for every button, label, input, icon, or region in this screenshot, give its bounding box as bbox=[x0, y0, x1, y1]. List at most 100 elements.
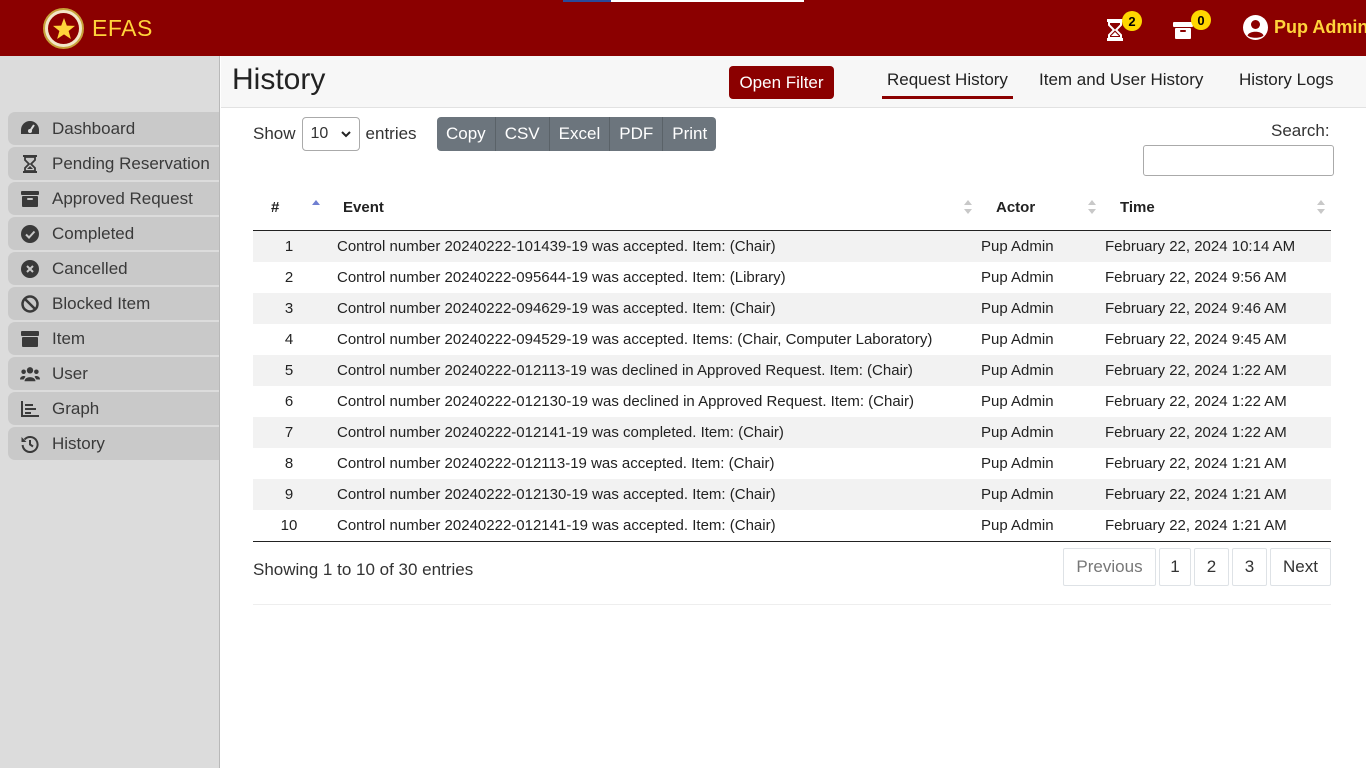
sidebar-item-label: Approved Request bbox=[52, 188, 193, 208]
show-label: Show bbox=[253, 124, 296, 143]
user-circle-icon bbox=[1243, 15, 1268, 40]
previous-page-button[interactable]: Previous bbox=[1063, 548, 1156, 586]
table-bottom-border bbox=[253, 541, 1331, 542]
row-event: Control number 20240222-012130-19 was ac… bbox=[337, 486, 776, 503]
row-actor: Pup Admin bbox=[981, 300, 1054, 317]
sidebar-item-label: Pending Reservation bbox=[52, 153, 210, 173]
row-time: February 22, 2024 1:22 AM bbox=[1105, 424, 1287, 441]
tab-item-and-user-history[interactable]: Item and User History bbox=[1039, 70, 1203, 90]
page-2-button[interactable]: 2 bbox=[1194, 548, 1229, 586]
page-1-button[interactable]: 1 bbox=[1159, 548, 1191, 586]
table-row: 8 Control number 20240222-012113-19 was … bbox=[253, 448, 1331, 479]
row-event: Control number 20240222-012113-19 was ac… bbox=[337, 455, 775, 472]
row-event: Control number 20240222-012141-19 was co… bbox=[337, 424, 784, 441]
table-row: 10 Control number 20240222-012141-19 was… bbox=[253, 510, 1331, 541]
row-time: February 22, 2024 10:14 AM bbox=[1105, 238, 1296, 255]
row-time: February 22, 2024 1:21 AM bbox=[1105, 486, 1287, 503]
row-number: 8 bbox=[284, 455, 294, 472]
row-actor: Pup Admin bbox=[981, 486, 1054, 503]
column-header-actor[interactable]: Actor bbox=[996, 199, 1035, 216]
row-number: 6 bbox=[284, 393, 294, 410]
hourglass-icon bbox=[20, 154, 40, 174]
column-header-time[interactable]: Time bbox=[1120, 199, 1155, 216]
gauge-icon bbox=[20, 119, 40, 139]
chart-icon bbox=[20, 399, 40, 419]
row-number: 3 bbox=[284, 300, 294, 317]
sidebar-item-label: Cancelled bbox=[52, 258, 128, 278]
table-row: 6 Control number 20240222-012130-19 was … bbox=[253, 386, 1331, 417]
row-number: 9 bbox=[284, 486, 294, 503]
entries-length-control: Show 10 entries bbox=[253, 117, 417, 151]
page-title: History bbox=[232, 63, 326, 96]
table-row: 5 Control number 20240222-012113-19 was … bbox=[253, 355, 1331, 386]
row-time: February 22, 2024 1:21 AM bbox=[1105, 455, 1287, 472]
search-label: Search: bbox=[1271, 121, 1330, 140]
print-button[interactable]: Print bbox=[663, 117, 717, 151]
sidebar-item-cancelled[interactable]: Cancelled bbox=[8, 252, 219, 285]
check-circle-icon bbox=[20, 224, 40, 244]
sidebar-item-history[interactable]: History bbox=[8, 427, 219, 460]
page-header: History Open Filter Request History Item… bbox=[221, 56, 1366, 108]
row-actor: Pup Admin bbox=[981, 331, 1054, 348]
pagination: Previous 1 2 3 Next bbox=[1060, 548, 1331, 586]
row-number: 7 bbox=[284, 424, 294, 441]
page-3-button[interactable]: 3 bbox=[1232, 548, 1267, 586]
sidebar-item-completed[interactable]: Completed bbox=[8, 217, 219, 250]
table-header: # Event Actor Time bbox=[253, 187, 1331, 231]
sidebar-item-pending-reservation[interactable]: Pending Reservation bbox=[8, 147, 219, 180]
sidebar-item-item[interactable]: Item bbox=[8, 322, 219, 355]
tab-history-logs[interactable]: History Logs bbox=[1239, 70, 1333, 90]
tab-request-history[interactable]: Request History bbox=[882, 70, 1013, 99]
row-actor: Pup Admin bbox=[981, 362, 1054, 379]
row-number: 4 bbox=[284, 331, 294, 348]
sidebar-item-label: Dashboard bbox=[52, 118, 136, 138]
copy-button[interactable]: Copy bbox=[437, 117, 496, 151]
row-event: Control number 20240222-094629-19 was ac… bbox=[337, 300, 776, 317]
sidebar-item-label: Completed bbox=[52, 223, 135, 243]
sidebar-item-label: User bbox=[52, 363, 88, 383]
user-name: Pup Admin bbox=[1274, 17, 1366, 37]
row-time: February 22, 2024 1:22 AM bbox=[1105, 393, 1287, 410]
history-table: # Event Actor Time 1 Control number 2024… bbox=[253, 187, 1331, 542]
sidebar-item-blocked-item[interactable]: Blocked Item bbox=[8, 287, 219, 320]
next-page-button[interactable]: Next bbox=[1270, 548, 1331, 586]
entries-select-value: 10 bbox=[310, 125, 329, 142]
sidebar-item-dashboard[interactable]: Dashboard bbox=[8, 112, 219, 145]
column-header-number[interactable]: # bbox=[271, 199, 279, 216]
row-number: 5 bbox=[284, 362, 294, 379]
sidebar-item-graph[interactable]: Graph bbox=[8, 392, 219, 425]
brand[interactable]: EFAS bbox=[43, 8, 153, 49]
top-navbar: EFAS 2 0 Pup Admin bbox=[0, 0, 1366, 56]
pending-count-badge: 2 bbox=[1122, 11, 1142, 31]
archive-count-badge: 0 bbox=[1191, 10, 1211, 30]
row-actor: Pup Admin bbox=[981, 517, 1054, 534]
open-filter-button[interactable]: Open Filter bbox=[729, 66, 834, 99]
table-row: 4 Control number 20240222-094529-19 was … bbox=[253, 324, 1331, 355]
table-row: 7 Control number 20240222-012141-19 was … bbox=[253, 417, 1331, 448]
logo-icon bbox=[43, 8, 84, 49]
row-time: February 22, 2024 9:46 AM bbox=[1105, 300, 1287, 317]
row-event: Control number 20240222-095644-19 was ac… bbox=[337, 269, 786, 286]
sort-icon bbox=[964, 200, 972, 214]
sidebar-item-user[interactable]: User bbox=[8, 357, 219, 390]
sidebar-item-label: Graph bbox=[52, 398, 100, 418]
column-header-event[interactable]: Event bbox=[343, 199, 384, 216]
pdf-button[interactable]: PDF bbox=[610, 117, 664, 151]
sidebar-item-label: Item bbox=[52, 328, 86, 348]
row-time: February 22, 2024 9:45 AM bbox=[1105, 331, 1287, 348]
csv-button[interactable]: CSV bbox=[495, 117, 550, 151]
entries-label: entries bbox=[365, 124, 417, 143]
row-time: February 22, 2024 9:56 AM bbox=[1105, 269, 1287, 286]
search-input[interactable] bbox=[1143, 145, 1334, 176]
sort-icon bbox=[1088, 200, 1096, 214]
sidebar-item-approved-request[interactable]: Approved Request bbox=[8, 182, 219, 215]
user-menu[interactable]: Pup Admin bbox=[1243, 15, 1366, 40]
ban-icon bbox=[20, 294, 40, 314]
row-event: Control number 20240222-094529-19 was ac… bbox=[337, 331, 933, 348]
excel-button[interactable]: Excel bbox=[549, 117, 611, 151]
entries-select[interactable]: 10 bbox=[301, 117, 360, 151]
row-event: Control number 20240222-012113-19 was de… bbox=[337, 362, 913, 379]
history-icon bbox=[20, 434, 40, 454]
app-name: EFAS bbox=[92, 15, 153, 41]
sidebar: Dashboard Pending Reservation Approved R… bbox=[0, 56, 220, 768]
